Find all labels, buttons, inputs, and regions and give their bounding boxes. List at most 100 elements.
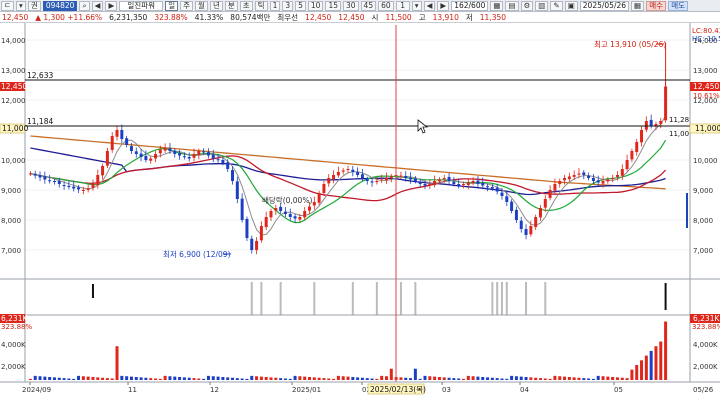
- volume-bar[interactable]: [514, 376, 518, 380]
- volume-bar[interactable]: [158, 378, 162, 380]
- volume-bar[interactable]: [91, 376, 95, 380]
- candle-body[interactable]: [591, 178, 595, 181]
- volume-bar[interactable]: [274, 377, 278, 380]
- volume-bar[interactable]: [173, 376, 177, 380]
- scroll-left-icon[interactable]: ◀: [423, 0, 436, 11]
- interval-10[interactable]: 10: [307, 0, 324, 11]
- sell-button[interactable]: 매도: [668, 0, 689, 11]
- candle-body[interactable]: [33, 173, 37, 176]
- candle-body[interactable]: [413, 178, 417, 181]
- volume-bar[interactable]: [134, 376, 138, 380]
- volume-bar[interactable]: [129, 376, 133, 380]
- candle-body[interactable]: [274, 208, 278, 211]
- volume-bar[interactable]: [563, 376, 567, 380]
- volume-bar[interactable]: [601, 376, 605, 380]
- candle-body[interactable]: [226, 162, 230, 169]
- candle-body[interactable]: [115, 130, 119, 137]
- count-display[interactable]: 162/600: [451, 0, 489, 11]
- volume-bar[interactable]: [385, 376, 388, 380]
- volume-bar[interactable]: [28, 378, 32, 380]
- candle-body[interactable]: [129, 146, 133, 151]
- volume-bar[interactable]: [611, 376, 615, 380]
- candle-body[interactable]: [341, 170, 345, 172]
- candle-body[interactable]: [510, 201, 514, 211]
- volume-bar[interactable]: [43, 376, 47, 380]
- candle-body[interactable]: [231, 170, 235, 181]
- volume-bar[interactable]: [81, 376, 85, 380]
- candle-body[interactable]: [206, 152, 210, 156]
- candle-body[interactable]: [466, 182, 470, 186]
- candle-body[interactable]: [625, 160, 629, 169]
- candle-body[interactable]: [72, 186, 76, 189]
- stock-code-input[interactable]: 094820: [42, 0, 78, 11]
- volume-bar[interactable]: [461, 378, 465, 380]
- volume-bar[interactable]: [182, 377, 186, 380]
- candle-body[interactable]: [538, 208, 542, 218]
- volume-bar[interactable]: [495, 378, 499, 380]
- volume-bar[interactable]: [110, 378, 114, 380]
- candle-body[interactable]: [77, 187, 81, 190]
- candle-body[interactable]: [139, 153, 143, 157]
- candle-body[interactable]: [336, 172, 340, 176]
- volume-bar[interactable]: [264, 376, 268, 380]
- interval-5[interactable]: 5: [295, 0, 306, 11]
- volume-bar[interactable]: [308, 376, 311, 380]
- candle-body[interactable]: [86, 188, 90, 191]
- candle-body[interactable]: [365, 179, 369, 181]
- volume-bar[interactable]: [206, 375, 210, 380]
- stock-chart[interactable]: 12,633 11,184 최고 13,910 (05/26) 최저 6,900…: [0, 23, 720, 404]
- candle-body[interactable]: [495, 187, 499, 192]
- volume-bar[interactable]: [192, 378, 196, 380]
- candle-body[interactable]: [380, 179, 384, 181]
- candle-body[interactable]: [524, 229, 528, 235]
- chart-type-icon[interactable]: ▥: [535, 0, 549, 11]
- period-month[interactable]: 월: [195, 0, 208, 11]
- interval-15[interactable]: 15: [325, 0, 341, 11]
- candle-body[interactable]: [312, 202, 316, 206]
- candle-body[interactable]: [197, 151, 201, 156]
- period-second[interactable]: 초: [239, 0, 253, 11]
- volume-bar[interactable]: [389, 368, 393, 380]
- volume-bar[interactable]: [327, 378, 331, 380]
- volume-bar[interactable]: [235, 378, 239, 380]
- volume-bar[interactable]: [293, 375, 297, 380]
- volume-bar[interactable]: [548, 378, 552, 380]
- candle-body[interactable]: [640, 130, 644, 143]
- candle-body[interactable]: [442, 178, 446, 180]
- candle-body[interactable]: [308, 206, 311, 211]
- volume-bar[interactable]: [505, 378, 509, 380]
- interval-custom-input[interactable]: 1: [395, 0, 410, 11]
- volume-bar[interactable]: [255, 376, 259, 380]
- volume-bar[interactable]: [48, 376, 52, 380]
- candle-body[interactable]: [461, 184, 465, 185]
- volume-bar[interactable]: [433, 376, 437, 380]
- volume-bar[interactable]: [105, 378, 109, 380]
- candle-body[interactable]: [283, 211, 287, 214]
- scroll-right-icon[interactable]: ▶: [437, 0, 450, 11]
- candle-body[interactable]: [81, 190, 85, 191]
- volume-bar[interactable]: [57, 377, 61, 380]
- volume-bar[interactable]: [178, 376, 182, 380]
- candle-body[interactable]: [486, 186, 490, 188]
- candle-body[interactable]: [572, 175, 576, 177]
- prev-stock-icon[interactable]: ◀: [91, 0, 104, 11]
- volume-bar[interactable]: [202, 378, 206, 380]
- volume-bar[interactable]: [120, 375, 124, 380]
- volume-bar[interactable]: [288, 378, 292, 380]
- volume-bar[interactable]: [380, 375, 384, 380]
- candle-body[interactable]: [327, 178, 331, 184]
- volume-bar[interactable]: [67, 378, 71, 380]
- candle-body[interactable]: [635, 142, 639, 153]
- candle-body[interactable]: [259, 226, 263, 241]
- buy-button[interactable]: 매수: [646, 0, 667, 11]
- candle-body[interactable]: [134, 151, 138, 154]
- candle-body[interactable]: [404, 175, 408, 178]
- candle-body[interactable]: [255, 241, 259, 250]
- volume-bar[interactable]: [332, 378, 336, 380]
- volume-bar[interactable]: [654, 346, 658, 380]
- volume-bar[interactable]: [640, 360, 644, 380]
- candle-body[interactable]: [125, 138, 129, 145]
- candle-body[interactable]: [303, 211, 307, 218]
- volume-bar[interactable]: [149, 378, 153, 380]
- candle-body[interactable]: [187, 157, 191, 159]
